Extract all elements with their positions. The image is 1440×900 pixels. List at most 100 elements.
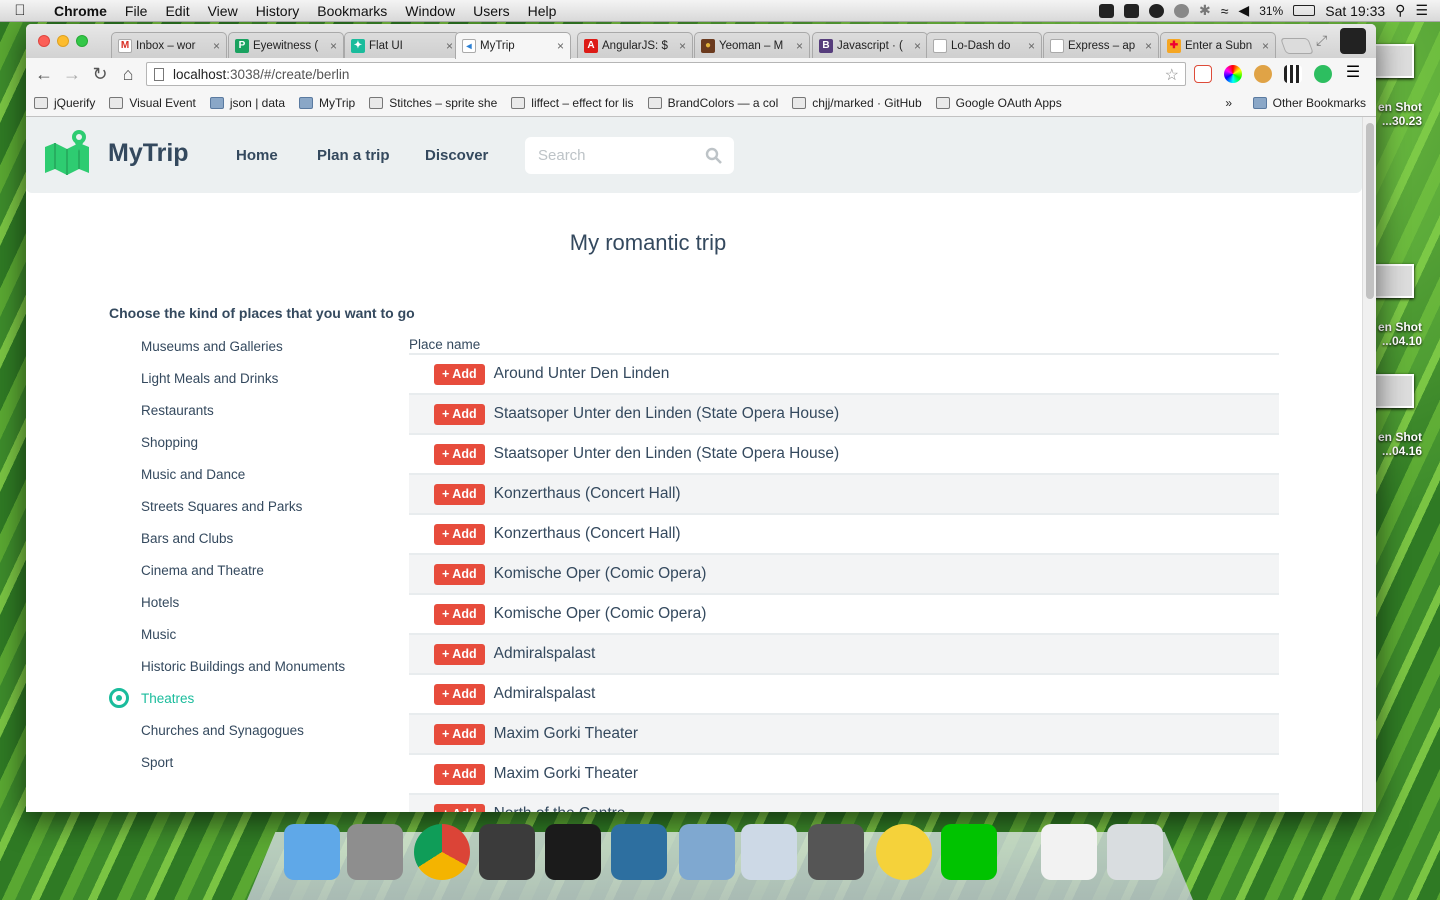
line-status-icon[interactable]	[1099, 3, 1114, 18]
chat-status-icon[interactable]	[1149, 3, 1164, 18]
tab-close-icon[interactable]: ×	[914, 39, 921, 53]
menu-help[interactable]: Help	[519, 3, 566, 19]
add-place-button[interactable]: + Add	[434, 363, 485, 385]
category-radio-selected[interactable]	[109, 688, 129, 708]
bookmark-item[interactable]: Stitches – sprite she	[369, 96, 497, 110]
menu-users[interactable]: Users	[464, 3, 519, 19]
mango-icon[interactable]	[876, 824, 932, 880]
add-place-button[interactable]: + Add	[434, 523, 485, 545]
timemachine-status-icon[interactable]	[1174, 3, 1189, 18]
apple-icon[interactable]: 	[0, 2, 40, 19]
new-tab-button[interactable]	[1280, 38, 1314, 54]
tab-browser[interactable]: B Javascript · (×	[812, 32, 928, 58]
bluetooth-icon[interactable]: ✱	[1199, 2, 1211, 19]
add-place-button[interactable]: + Add	[434, 403, 485, 425]
menu-window[interactable]: Window	[396, 3, 464, 19]
forward-arrow-icon[interactable]: →	[62, 64, 82, 85]
menu-bookmarks[interactable]: Bookmarks	[308, 3, 396, 19]
close-window-button[interactable]	[38, 35, 50, 47]
category-option[interactable]: Cinema and Theatre	[141, 563, 264, 578]
chrome-icon[interactable]	[414, 824, 470, 880]
category-option[interactable]: Theatres	[141, 691, 194, 706]
terminal-icon[interactable]	[545, 824, 601, 880]
notes-status-icon[interactable]	[1124, 3, 1139, 18]
bookmark-item[interactable]: jQuerify	[34, 96, 95, 110]
line-icon[interactable]	[941, 824, 997, 880]
bookmark-item[interactable]: liffect – effect for lis	[511, 96, 634, 110]
add-place-button[interactable]: + Add	[434, 563, 485, 585]
user-avatar-icon[interactable]	[1340, 28, 1366, 54]
tab-close-icon[interactable]: ×	[330, 39, 337, 53]
tab-active[interactable]: ◂ MyTrip ×	[455, 32, 571, 59]
bookmark-item[interactable]: MyTrip	[299, 96, 355, 110]
nav-plan-a-trip[interactable]: Plan a trip	[317, 147, 390, 164]
add-place-button[interactable]: + Add	[434, 683, 485, 705]
tab-browser[interactable]: ✚ Enter a Subn ×	[1160, 32, 1276, 58]
back-arrow-icon[interactable]: ←	[34, 64, 54, 85]
documents-stack-icon[interactable]	[1041, 824, 1097, 880]
add-place-button[interactable]: + Add	[434, 483, 485, 505]
add-place-button[interactable]: + Add	[434, 603, 485, 625]
category-option[interactable]: Music	[141, 627, 176, 642]
tab-close-icon[interactable]: ×	[796, 39, 803, 53]
menu-history[interactable]: History	[247, 3, 309, 19]
color-wheel-icon[interactable]	[1224, 65, 1242, 83]
fullscreen-icon[interactable]: ⤢	[1316, 32, 1327, 49]
bookmark-item[interactable]: chjj/marked · GitHub	[792, 96, 922, 110]
spotlight-icon[interactable]: ⚲	[1395, 2, 1405, 19]
add-place-button[interactable]: + Add	[434, 763, 485, 785]
nav-discover[interactable]: Discover	[425, 147, 488, 164]
category-option[interactable]: Music and Dance	[141, 467, 245, 482]
mytrip-logo-icon[interactable]	[41, 127, 93, 179]
tab-browser[interactable]: M Inbox – wor ×	[111, 32, 227, 58]
bookmark-star-icon[interactable]: ☆	[1165, 65, 1179, 85]
tab-close-icon[interactable]: ×	[679, 39, 686, 53]
tab-browser[interactable]: Express – ap ×	[1043, 32, 1159, 58]
bookmark-item[interactable]: json | data	[209, 96, 285, 110]
page-scrollbar[interactable]	[1362, 117, 1376, 812]
category-option[interactable]: Streets Squares and Parks	[141, 499, 302, 514]
battery-icon[interactable]	[1293, 5, 1316, 16]
category-option[interactable]: Museums and Galleries	[141, 339, 283, 354]
category-option[interactable]: Light Meals and Drinks	[141, 371, 278, 386]
brand-name[interactable]: MyTrip	[108, 139, 189, 168]
wifi-icon[interactable]: ≈	[1221, 3, 1229, 19]
calculator-icon[interactable]	[808, 824, 864, 880]
tab-browser[interactable]: Lo-Dash do ×	[926, 32, 1042, 58]
bookmarks-overflow-chevron[interactable]: »	[1225, 96, 1232, 110]
address-bar[interactable]: localhost:3038/#/create/berlin ☆	[146, 62, 1186, 86]
desktop-file-thumbnail[interactable]	[1374, 44, 1414, 78]
tab-browser[interactable]: P Eyewitness (×	[228, 32, 344, 58]
search-input[interactable]: Search	[525, 137, 734, 174]
tab-close-icon[interactable]: ×	[557, 39, 564, 53]
add-place-button[interactable]: + Add	[434, 443, 485, 465]
tab-browser[interactable]: ✦ Flat UI ×	[344, 32, 460, 58]
minimize-window-button[interactable]	[57, 35, 69, 47]
category-option[interactable]: Bars and Clubs	[141, 531, 233, 546]
tab-close-icon[interactable]: ×	[1262, 39, 1269, 53]
bookmark-item[interactable]: Visual Event	[109, 96, 196, 110]
add-place-button[interactable]: + Add	[434, 723, 485, 745]
category-option[interactable]: Restaurants	[141, 403, 214, 418]
iphoto-icon[interactable]	[741, 824, 797, 880]
notification-center-icon[interactable]: ☰	[1415, 2, 1428, 19]
category-option[interactable]: Churches and Synagogues	[141, 723, 304, 738]
evernote-icon[interactable]	[1314, 65, 1332, 83]
category-option[interactable]: Sport	[141, 755, 173, 770]
add-place-button[interactable]: + Add	[434, 643, 485, 665]
menubar-clock[interactable]: Sat 19:33	[1325, 3, 1385, 19]
preview-icon[interactable]	[679, 824, 735, 880]
cookie-icon[interactable]	[1254, 65, 1272, 83]
finder-icon[interactable]	[284, 824, 340, 880]
scrollbar-thumb[interactable]	[1366, 123, 1374, 299]
tab-browser[interactable]: ● Yeoman – M ×	[694, 32, 810, 58]
menu-edit[interactable]: Edit	[156, 3, 198, 19]
desktop-file-thumbnail[interactable]	[1374, 264, 1414, 298]
tab-close-icon[interactable]: ×	[446, 39, 453, 53]
trash-icon[interactable]	[1107, 824, 1163, 880]
reload-icon[interactable]: ↻	[90, 64, 110, 85]
sublime-text-icon[interactable]	[479, 824, 535, 880]
tab-close-icon[interactable]: ×	[1145, 39, 1152, 53]
bookmark-item[interactable]: BrandColors — a col	[647, 96, 778, 110]
zoom-window-button[interactable]	[76, 35, 88, 47]
